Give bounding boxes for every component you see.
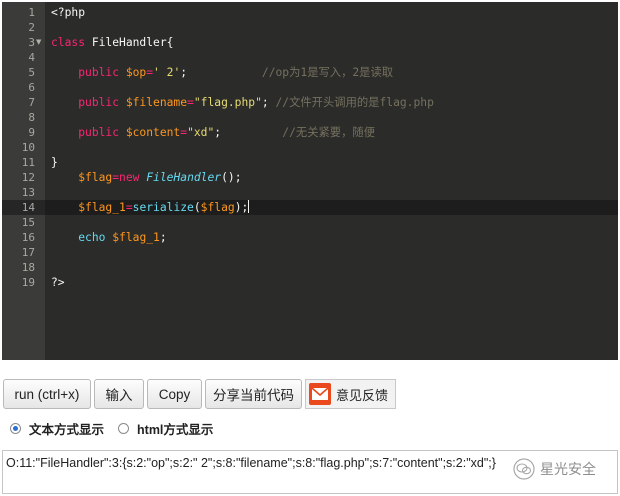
code-token: $flag_1 bbox=[78, 201, 126, 214]
line-number: 12 bbox=[21, 171, 35, 184]
code-token: FileHandler{ bbox=[91, 36, 174, 49]
code-token: //文件开头调用的是flag.php bbox=[275, 96, 434, 109]
code-token: ); bbox=[234, 201, 249, 214]
copy-button[interactable]: Copy bbox=[147, 379, 202, 409]
code-token: $flag bbox=[200, 201, 235, 214]
input-button[interactable]: 输入 bbox=[94, 379, 144, 409]
run-button[interactable]: run (ctrl+x) bbox=[3, 379, 91, 409]
code-editor[interactable]: 1 <?php 2 3 ▼ class FileHandler{ 4 5 public $op… bbox=[2, 2, 618, 360]
line-number: 15 bbox=[21, 216, 35, 229]
watermark: 星光安全 bbox=[513, 458, 596, 480]
code-line[interactable]: <?php bbox=[51, 5, 85, 20]
code-token: public bbox=[78, 96, 126, 109]
code-token: ?> bbox=[51, 276, 65, 289]
line-number: 18 bbox=[21, 261, 35, 274]
line-number: 2 bbox=[28, 21, 35, 34]
code-token: //op为1是写入，2是读取 bbox=[187, 66, 394, 79]
text-mode-radio[interactable] bbox=[10, 422, 21, 434]
code-line[interactable]: public $content="xd"; //无关紧要，随便 bbox=[51, 125, 375, 140]
code-token: $flag bbox=[78, 171, 113, 184]
code-token: public bbox=[78, 126, 126, 139]
code-line[interactable]: public $filename="flag.php"; //文件开头调用的是f… bbox=[51, 95, 434, 110]
line-number: 19 bbox=[21, 276, 35, 289]
code-token: new bbox=[119, 171, 147, 184]
line-number: 16 bbox=[21, 231, 35, 244]
output-mode-selector: 文本方式显示 html方式显示 bbox=[10, 419, 213, 437]
wechat-logo-icon bbox=[513, 458, 535, 480]
line-number: 9 bbox=[28, 126, 35, 139]
code-token: ; bbox=[159, 231, 167, 244]
feedback-label: 意见反馈 bbox=[336, 387, 389, 403]
code-token: $op bbox=[125, 66, 147, 79]
code-line[interactable]: ?> bbox=[51, 275, 65, 290]
code-token: "flag.php" bbox=[193, 96, 262, 109]
code-token: public bbox=[78, 66, 126, 79]
code-line[interactable]: echo $flag_1; bbox=[51, 230, 167, 245]
line-number: 10 bbox=[21, 141, 35, 154]
code-token: ' 2' bbox=[153, 66, 181, 79]
line-number: 13 bbox=[21, 186, 35, 199]
output-text: O:11:"FileHandler":3:{s:2:"op";s:2:" 2";… bbox=[6, 456, 496, 470]
code-token: ; bbox=[261, 96, 276, 109]
html-mode-radio[interactable] bbox=[118, 422, 130, 434]
line-number: 17 bbox=[21, 246, 35, 259]
line-number: 6 bbox=[28, 81, 35, 94]
code-token: $filename bbox=[125, 96, 188, 109]
feedback-button[interactable]: 意见反馈 bbox=[305, 379, 396, 409]
code-line[interactable]: } bbox=[51, 155, 58, 170]
code-token: = bbox=[125, 201, 133, 214]
watermark-text: 星光安全 bbox=[540, 461, 596, 477]
line-number: 3 bbox=[28, 36, 35, 49]
line-number: 1 bbox=[28, 6, 35, 19]
code-token: = bbox=[187, 96, 194, 109]
code-token: serialize bbox=[132, 201, 194, 214]
code-token: ( bbox=[193, 201, 201, 214]
code-token: } bbox=[51, 156, 58, 169]
code-token: FileHandler bbox=[146, 171, 222, 184]
line-number: 11 bbox=[21, 156, 35, 169]
fold-toggle-icon[interactable]: ▼ bbox=[36, 35, 41, 50]
code-line[interactable]: $flag=new FileHandler(); bbox=[51, 170, 242, 185]
code-line[interactable]: class FileHandler{ bbox=[51, 35, 173, 50]
code-token: $content bbox=[125, 126, 181, 139]
code-token: "xd" bbox=[187, 126, 215, 139]
code-line[interactable]: $flag_1=serialize($flag); bbox=[51, 200, 250, 215]
mail-icon bbox=[309, 383, 331, 405]
line-number: 14 bbox=[21, 201, 35, 214]
share-code-button[interactable]: 分享当前代码 bbox=[205, 379, 302, 409]
code-token: echo bbox=[78, 231, 113, 244]
line-number: 7 bbox=[28, 96, 35, 109]
code-token: $flag_1 bbox=[112, 231, 160, 244]
code-token: (); bbox=[221, 171, 242, 184]
html-mode-label[interactable]: html方式显示 bbox=[137, 419, 213, 438]
line-number: 8 bbox=[28, 111, 35, 124]
text-cursor bbox=[248, 200, 250, 213]
code-token: <?php bbox=[51, 6, 86, 19]
text-mode-label[interactable]: 文本方式显示 bbox=[29, 419, 104, 438]
code-token: class bbox=[51, 36, 92, 49]
code-token: //无关紧要，随便 bbox=[221, 126, 375, 139]
line-number: 4 bbox=[28, 51, 35, 64]
line-number: 5 bbox=[28, 66, 35, 79]
code-line[interactable]: public $op=' 2'; //op为1是写入，2是读取 bbox=[51, 65, 393, 80]
